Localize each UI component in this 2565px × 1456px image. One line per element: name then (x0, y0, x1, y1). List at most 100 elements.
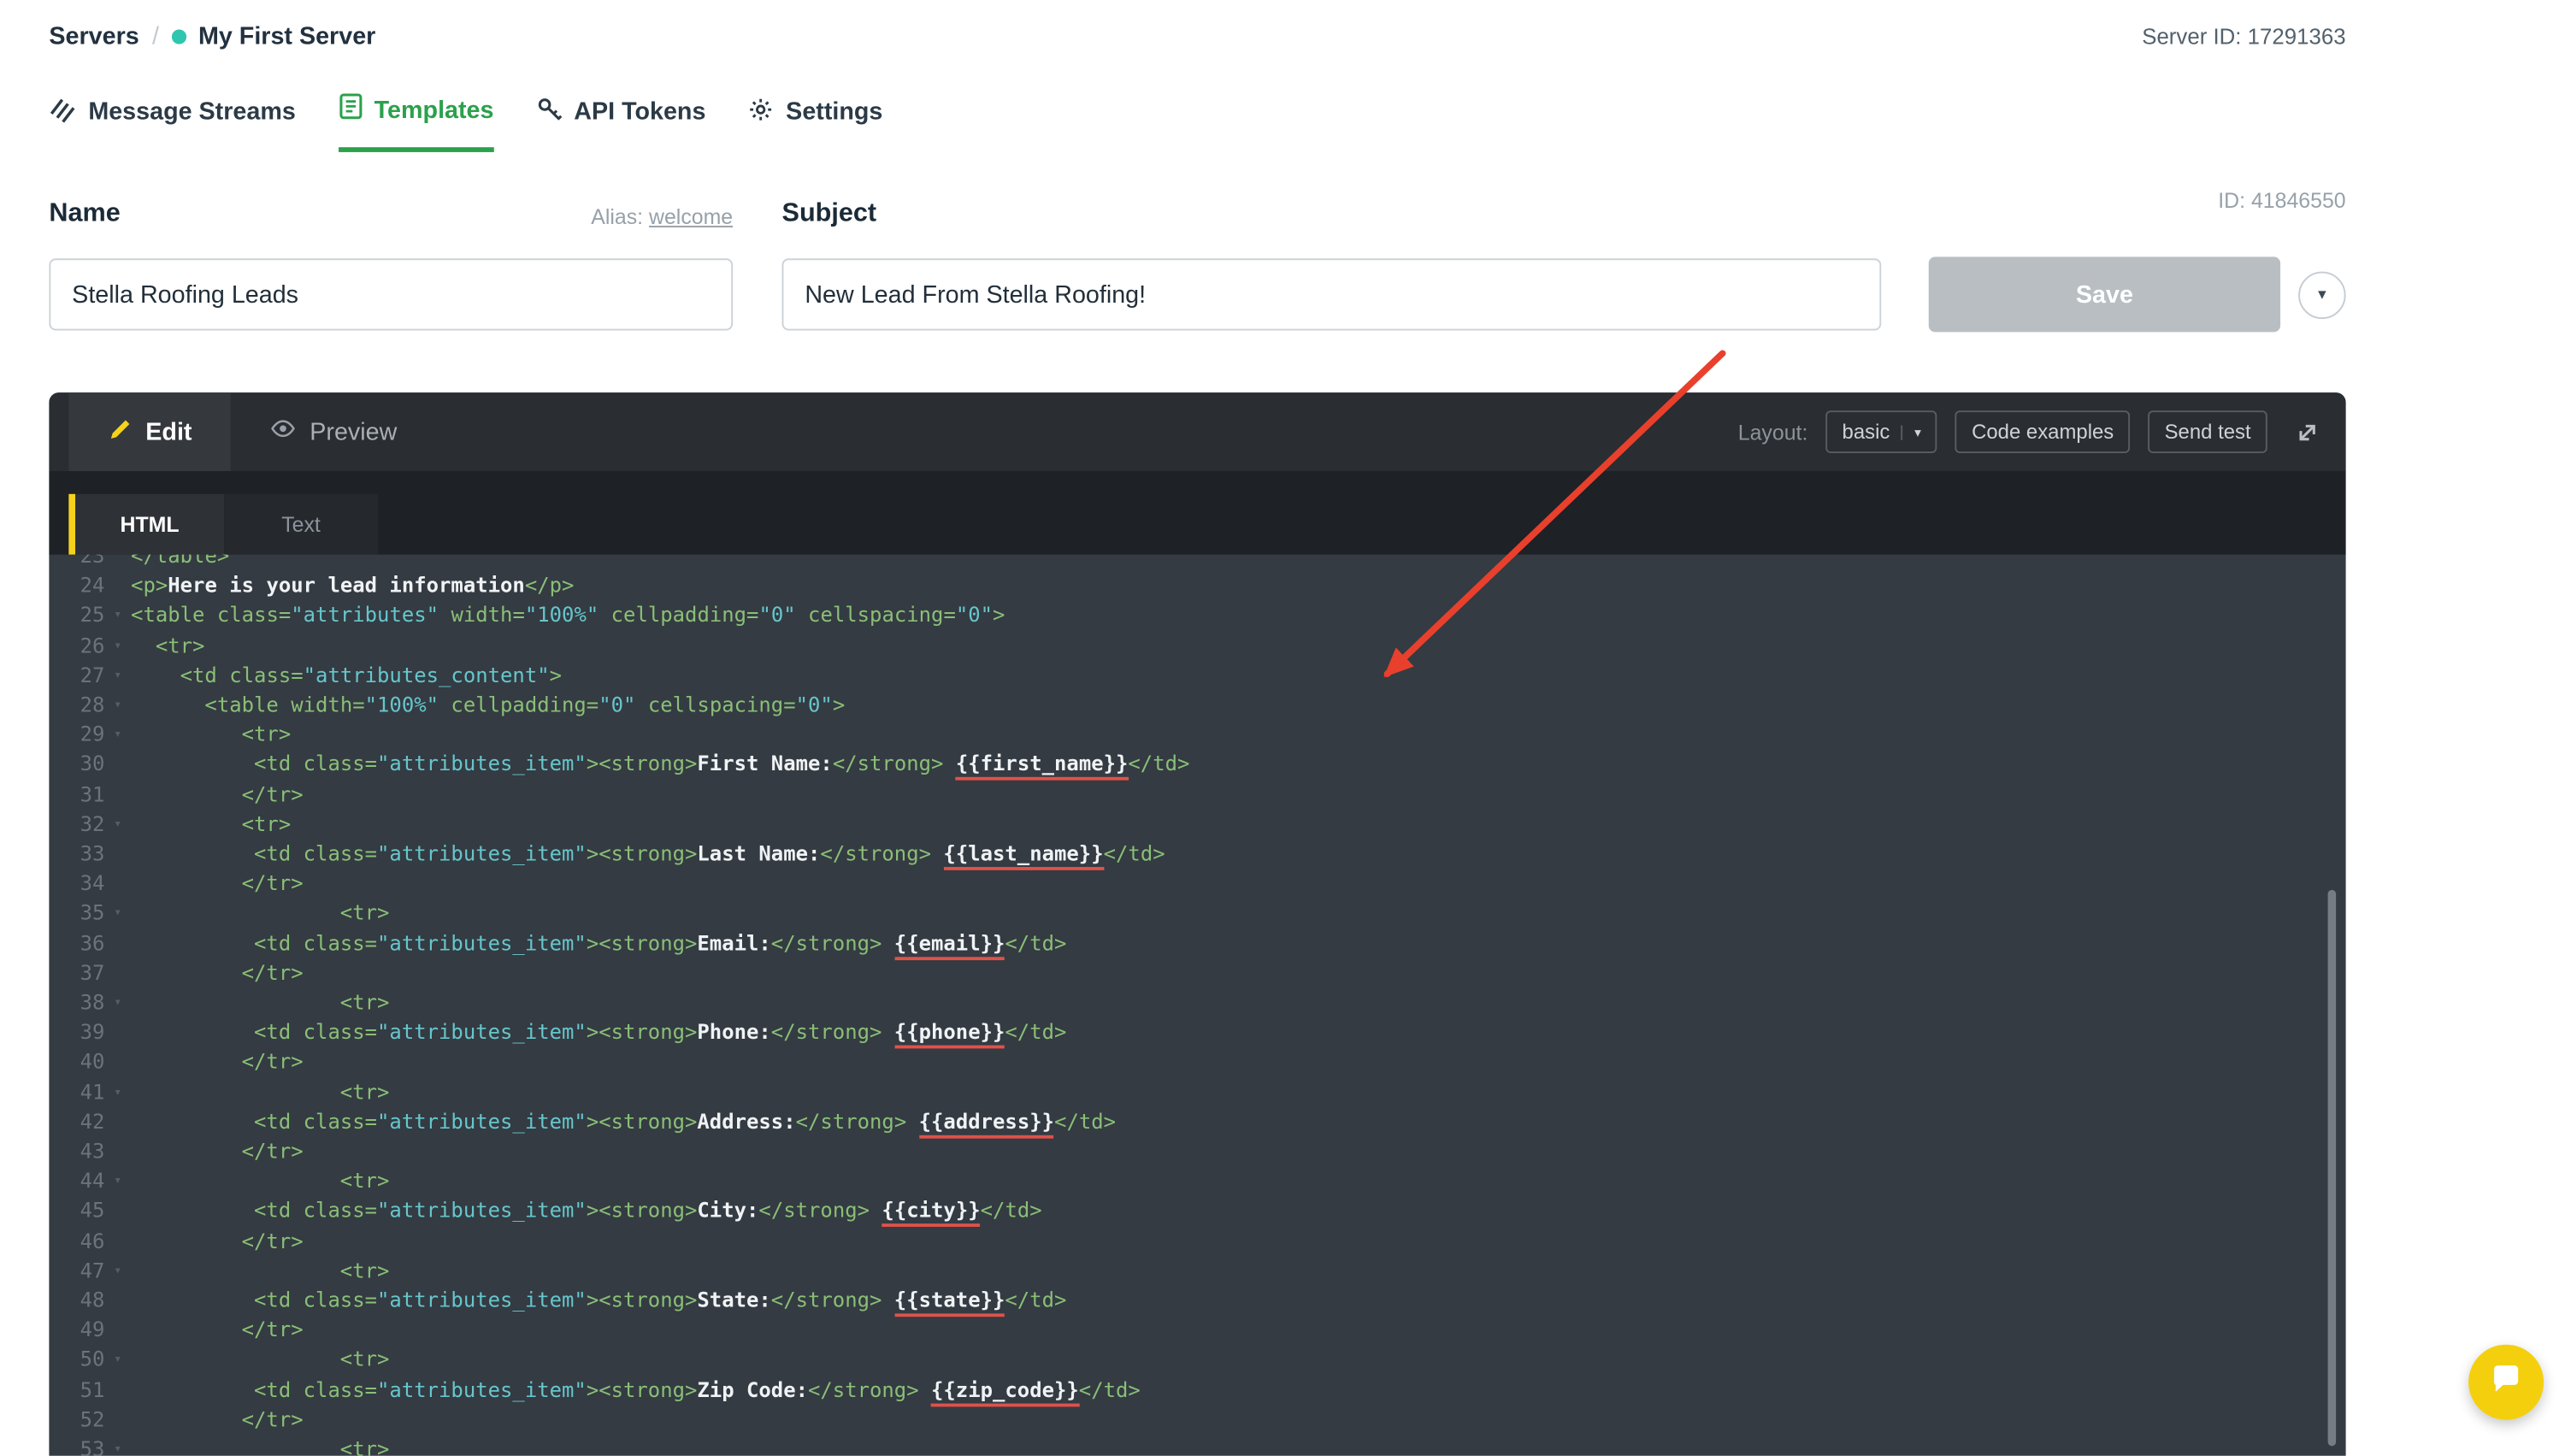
expand-icon[interactable] (2295, 420, 2320, 445)
code-text: </tr> (131, 958, 2346, 988)
code-text: <tr> (131, 1256, 2346, 1286)
code-text: <td class="attributes_item"><strong>City… (131, 1196, 2346, 1228)
tab-message-streams[interactable]: Message Streams (49, 93, 296, 152)
code-line: 50 ▾ <tr> (49, 1346, 2345, 1376)
code-token: > (993, 602, 1005, 628)
layout-select[interactable]: basic ▾ (1825, 410, 1937, 453)
template-editor-panel: Edit Preview Layout: basic ▾ Code exampl… (49, 392, 2346, 1456)
code-editor[interactable]: 23 </table> 24 <p>Here is your lead informa… (49, 555, 2345, 1456)
fold-arrow-icon[interactable]: ▾ (104, 1256, 131, 1286)
layout-label: Layout: (1737, 419, 1808, 445)
fold-arrow-icon[interactable]: ▾ (104, 690, 131, 720)
code-text: </tr> (131, 869, 2346, 899)
fold-arrow-icon[interactable]: ▾ (104, 631, 131, 661)
code-token: Phone: (697, 1019, 771, 1045)
code-token: <tr> (155, 632, 205, 657)
code-line: 48 <td class="attributes_item"><strong>St… (49, 1286, 2345, 1317)
code-text: <td class="attributes_item"><strong>Emai… (131, 928, 2346, 960)
template-variable: {{city}} (882, 1198, 981, 1228)
fold-arrow-icon[interactable]: ▾ (104, 899, 131, 928)
code-token: </td> (1005, 1019, 1067, 1045)
code-line: 33 <td class="attributes_item"><strong>La… (49, 840, 2345, 870)
code-token: class= (229, 662, 304, 687)
code-line: 53 ▾ <tr> (49, 1435, 2345, 1456)
code-token: </tr> (241, 959, 304, 985)
template-variable: {{address}} (918, 1109, 1055, 1139)
fold-arrow-icon[interactable]: ▾ (104, 810, 131, 840)
chevron-down-icon: ▾ (2318, 285, 2326, 304)
code-token: </tr> (241, 1049, 304, 1074)
code-token: </strong> (808, 1376, 932, 1402)
tab-preview[interactable]: Preview (231, 392, 436, 471)
code-examples-button[interactable]: Code examples (1955, 410, 2131, 453)
template-id: ID: 41846550 (2218, 188, 2345, 213)
fold-arrow-icon[interactable]: ▾ (104, 720, 131, 750)
fold-arrow-icon[interactable]: ▾ (104, 988, 131, 1018)
code-text: </tr> (131, 1137, 2346, 1167)
code-text: <table width="100%" cellpadding="0" cell… (131, 690, 2346, 720)
line-number: 27 (80, 662, 105, 687)
alias-label: Alias: (591, 204, 644, 229)
top-bar: Servers / My First Server Server ID: 172… (0, 0, 2565, 51)
line-number: 42 (80, 1108, 105, 1134)
scrollbar-thumb[interactable] (2327, 889, 2337, 1447)
code-token: "attributes_item" (377, 1198, 587, 1223)
tab-templates[interactable]: Templates (338, 93, 494, 152)
chevron-down-icon: ▾ (1901, 424, 1921, 439)
tab-text[interactable]: Text (224, 493, 378, 555)
tab-html[interactable]: HTML (68, 493, 225, 555)
code-token: ><strong> (586, 840, 698, 866)
server-nav-tabs: Message Streams Templates API Tokens Set… (49, 93, 2565, 152)
code-token: </strong> (770, 929, 894, 955)
code-text: <tr> (131, 810, 2346, 840)
fold-arrow-icon[interactable]: ▾ (104, 1077, 131, 1107)
alias-link[interactable]: welcome (649, 204, 733, 229)
save-button[interactable]: Save (1928, 256, 2281, 333)
code-token: "0" (758, 602, 796, 628)
code-token: > (832, 692, 846, 717)
code-token: <td (254, 1198, 304, 1223)
code-token: ><strong> (586, 751, 698, 776)
fold-arrow-icon[interactable]: ▾ (104, 1435, 131, 1456)
template-id-label: ID: (2218, 188, 2246, 213)
template-variable: {{email}} (893, 930, 1005, 960)
line-number: 31 (80, 781, 105, 806)
tab-api-tokens[interactable]: API Tokens (536, 93, 705, 152)
code-text: <tr> (131, 631, 2346, 661)
tab-edit[interactable]: Edit (68, 392, 232, 472)
code-token: <td (254, 929, 304, 955)
code-token: <tr> (339, 1258, 390, 1282)
fold-arrow-icon[interactable]: ▾ (104, 661, 131, 691)
code-token: Here is your lead information (168, 573, 525, 598)
code-lines: 23 </table> 24 <p>Here is your lead informa… (49, 555, 2345, 1456)
code-token: <tr> (339, 1436, 390, 1456)
send-test-button[interactable]: Send test (2148, 410, 2267, 453)
code-line: 40 </tr> (49, 1047, 2345, 1077)
subject-input[interactable] (781, 258, 1882, 331)
breadcrumb-servers-link[interactable]: Servers (49, 23, 139, 51)
template-name-input[interactable] (49, 258, 734, 331)
server-id-value: 17291363 (2247, 24, 2346, 50)
help-beacon-button[interactable] (2468, 1344, 2544, 1420)
tab-settings[interactable]: Settings (748, 93, 882, 152)
code-text: </tr> (131, 1316, 2346, 1346)
code-token: class= (303, 1108, 378, 1134)
code-line: 51 <td class="attributes_item"><strong>Zi… (49, 1375, 2345, 1406)
code-text: <table class="attributes" width="100%" c… (131, 601, 2346, 631)
code-text: </tr> (131, 1405, 2346, 1435)
fold-arrow-icon[interactable]: ▾ (104, 1346, 131, 1376)
template-variable: {{first_name}} (955, 751, 1129, 781)
fold-arrow-icon[interactable]: ▾ (104, 601, 131, 631)
code-token: <tr> (339, 1079, 390, 1104)
fold-arrow-icon[interactable]: ▾ (104, 1167, 131, 1197)
code-line: 32 ▾ <tr> (49, 810, 2345, 840)
save-options-button[interactable]: ▾ (2298, 270, 2346, 319)
code-line: 26 ▾ <tr> (49, 631, 2345, 661)
line-number: 26 (80, 632, 105, 657)
code-token: <tr> (339, 1168, 390, 1194)
code-line: 39 <td class="attributes_item"><strong>Ph… (49, 1018, 2345, 1049)
